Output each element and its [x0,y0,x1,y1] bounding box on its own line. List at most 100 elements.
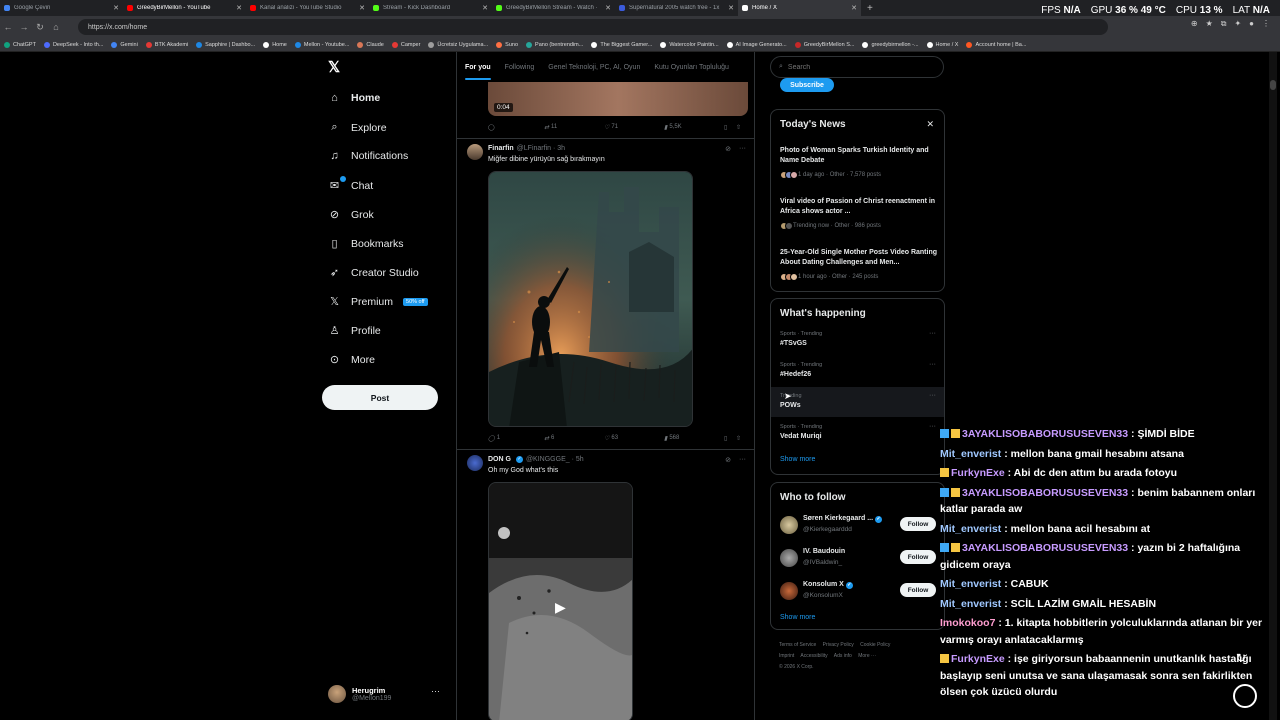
bookmark-item[interactable]: Watercolor Paintin... [660,41,719,48]
nav-home[interactable]: ⌂ Home [328,92,380,104]
trend-name[interactable]: #Hedef26 [780,371,811,378]
tweet-video[interactable]: ▶ [488,482,633,720]
bookmark-item[interactable]: Camper [391,41,420,48]
nav-profile[interactable]: ♙ Profile [328,324,381,338]
nav-more[interactable]: ⊙ More [328,353,375,367]
follow-button[interactable]: Follow [900,517,936,531]
close-icon[interactable]: ✕ [359,4,365,12]
bookmark-item[interactable]: Account home | Ba... [966,41,1026,48]
tab-for-you[interactable]: For you [465,64,491,80]
nav-creator-studio[interactable]: ➶ Creator Studio [328,266,419,280]
repost-button[interactable]: ⇄ 6 [544,435,604,442]
chat-bubble-icon[interactable] [1233,684,1257,708]
close-icon[interactable]: ✕ [605,4,611,12]
bookmark-item[interactable]: Ücretsiz Uygulama... [428,41,488,48]
bookmark-item[interactable]: The Biggest Gamer... [591,41,652,48]
avatar[interactable] [467,455,483,471]
profile-icon[interactable]: ● [1249,19,1254,29]
tab-1[interactable]: GreedyBirMellon - YouTube ✕ [123,0,246,16]
close-icon[interactable]: ✕ [926,119,934,130]
footer-link[interactable]: Cookie Policy [860,642,890,648]
footer-link[interactable]: Privacy Policy [823,642,854,648]
reply-icon[interactable]: ◯ [488,124,544,131]
tweet-video[interactable]: 0:04 [488,82,748,116]
refresh-icon[interactable]: ↻ [1236,651,1246,665]
close-icon[interactable]: ✕ [728,4,734,12]
nav-chat[interactable]: ✉ Chat [328,176,373,192]
avatar[interactable] [780,582,798,600]
close-icon[interactable]: ✕ [482,4,488,12]
bookmark-item[interactable]: Gemini [111,41,138,48]
tab-0[interactable]: Google Çeviri ✕ [0,0,123,16]
scrollbar-thumb[interactable] [1270,80,1276,90]
nav-bookmarks[interactable]: ▯ Bookmarks [328,237,403,251]
trend-name[interactable]: Vedat Muriqi [780,433,822,440]
x-logo-icon[interactable]: 𝕏 [328,58,340,76]
bookmark-item[interactable]: Mellon - Youtube... [294,41,349,48]
bookmark-item[interactable]: Sapphire | Dashbo... [196,41,255,48]
star-icon[interactable]: ★ [1206,19,1213,29]
search-input[interactable] [787,63,928,71]
nav-premium[interactable]: 𝕏 Premium 50% off [328,295,428,308]
close-icon[interactable]: ✕ [851,4,857,12]
back-icon[interactable]: ← [0,22,16,32]
bookmark-item[interactable]: Home / X [926,41,958,48]
bookmark-item[interactable]: BTK Akademi [145,41,188,48]
extension-icon[interactable]: ⧉ [1221,19,1227,29]
more-icon[interactable]: ··· [929,392,936,399]
bookmark-item[interactable]: Home [263,41,287,48]
repost-button[interactable]: ⇄ 11 [544,124,604,131]
follow-name[interactable]: Konsolum X [803,581,844,588]
follow-button[interactable]: Follow [900,583,936,597]
trend-name[interactable]: POWs [780,402,801,409]
page-scrollbar[interactable] [1269,52,1277,720]
tab-5[interactable]: Supernatural 2005 watch free - 1x ✕ [615,0,738,16]
like-button[interactable]: ♡ 63 [604,435,664,442]
tab-3[interactable]: Stream - Kick Dashboard ✕ [369,0,492,16]
search-box[interactable]: ⌕ [770,56,944,78]
subscribe-button[interactable]: Subscribe [780,78,834,92]
tweet-author-handle[interactable]: @LFinarfin · 3h [517,145,565,152]
nav-grok[interactable]: ⊘ Grok [328,208,374,222]
nav-explore[interactable]: ⌕ Explore [328,121,386,134]
zoom-icon[interactable]: ⊕ [1191,19,1198,29]
tab-2[interactable]: Kanal analizi - YouTube Studio ✕ [246,0,369,16]
avatar[interactable] [780,516,798,534]
tab-following[interactable]: Following [505,64,535,71]
home-icon[interactable]: ⌂ [48,22,64,32]
more-icon[interactable]: ··· [929,361,936,368]
reload-icon[interactable]: ↻ [32,22,48,33]
tweet-image[interactable] [488,171,693,427]
post-button[interactable]: Post [322,385,438,410]
more-icon[interactable]: ··· [431,686,440,696]
more-icon[interactable]: ··· [739,145,746,153]
like-button[interactable]: ♡ 71 [604,124,664,131]
news-headline[interactable]: Photo of Woman Sparks Turkish Identity a… [780,146,940,165]
avatar[interactable] [780,549,798,567]
play-icon[interactable]: ▶ [555,599,566,616]
footer-link[interactable]: Accessibility [800,653,827,659]
puzzle-icon[interactable]: ✦ [1234,19,1241,29]
bookmark-item[interactable]: greedybirmellon -... [862,41,919,48]
bookmark-icon[interactable]: ▯ [724,124,736,131]
bookmark-item[interactable]: GreedyBirMellon S... [794,41,854,48]
tweet-author-name[interactable]: DON G [488,456,511,463]
news-headline[interactable]: Viral video of Passion of Christ reenact… [780,197,940,216]
tab-6-active[interactable]: Home / X ✕ [738,0,861,16]
address-bar[interactable]: https://x.com/home [78,19,1108,35]
share-icon[interactable]: ⇧ [736,435,741,442]
tweet-author-name[interactable]: Finarfin [488,145,514,152]
bookmark-item[interactable]: Suno [496,41,518,48]
bookmark-item[interactable]: AI Image Generato... [726,41,787,48]
show-more-link[interactable]: Show more [780,456,815,463]
views-button[interactable]: ▮ 5,5K [664,124,724,131]
trend-name[interactable]: #TSvGS [780,340,807,347]
bookmark-item[interactable]: ChatGPT [4,41,36,48]
menu-icon[interactable]: ⋮ [1262,19,1270,29]
forward-icon[interactable]: → [16,22,32,32]
bookmark-item[interactable]: DeepSeek - Into th... [43,41,103,48]
bookmark-icon[interactable]: ▯ [724,435,736,442]
tab-genel-teknoloji[interactable]: Genel Teknoloji, PC, AI, Oyun [548,64,640,71]
tab-kutu-oyunlari[interactable]: Kutu Oyunları Topluluğu [654,64,729,71]
show-more-link[interactable]: Show more [780,614,815,621]
